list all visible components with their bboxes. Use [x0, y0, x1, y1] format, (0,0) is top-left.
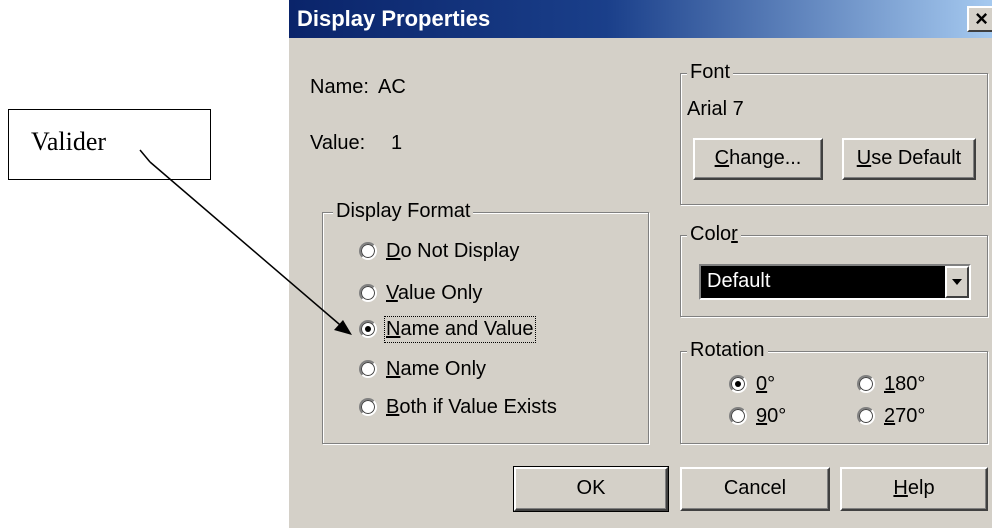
- radio-button[interactable]: [729, 407, 747, 425]
- radio-value-only[interactable]: Value Only: [359, 279, 482, 307]
- radio-label: Name Only: [386, 357, 487, 380]
- ok-button[interactable]: OK: [513, 466, 669, 512]
- display-properties-dialog: Display Properties × Name: AC Value: 1 D…: [287, 0, 992, 528]
- callout-text: Valider: [31, 127, 107, 156]
- dialog-title: Display Properties: [297, 6, 491, 31]
- radio-label: Do Not Display: [386, 239, 520, 262]
- radio-label: 90°: [756, 404, 787, 427]
- radio-button[interactable]: [857, 407, 875, 425]
- radio-rotation-180[interactable]: 180°: [857, 370, 925, 398]
- name-label: Name:: [310, 76, 369, 98]
- radio-do-not-display[interactable]: Do Not Display: [359, 237, 519, 265]
- font-current: Arial 7: [687, 98, 744, 120]
- color-select[interactable]: Default: [699, 264, 971, 300]
- cancel-button[interactable]: Cancel: [680, 467, 830, 511]
- radio-rotation-0[interactable]: 0°: [729, 370, 775, 398]
- value-label: Value:: [310, 132, 366, 154]
- radio-both-if-value-exists[interactable]: Both if Value Exists: [359, 393, 557, 421]
- color-group: Color Default: [680, 223, 988, 317]
- dropdown-button[interactable]: [945, 266, 969, 298]
- radio-label: Both if Value Exists: [386, 395, 557, 418]
- radio-label: Value Only: [386, 281, 483, 304]
- color-selected-value: Default: [707, 270, 771, 292]
- radio-name-and-value[interactable]: Name and Value: [359, 315, 536, 343]
- display-format-group: Display Format Do Not Display Value Only…: [322, 200, 649, 444]
- radio-button-selected[interactable]: [729, 375, 747, 393]
- use-default-font-button[interactable]: Use Default: [842, 138, 976, 180]
- rotation-legend: Rotation: [687, 339, 768, 362]
- radio-label: Name and Value: [384, 315, 536, 343]
- radio-rotation-270[interactable]: 270°: [857, 402, 925, 430]
- radio-label: 0°: [756, 372, 776, 395]
- change-font-button[interactable]: Change...: [693, 138, 823, 180]
- radio-button-selected[interactable]: [359, 320, 377, 338]
- rotation-group: Rotation 0° 180° 90° 270°: [680, 339, 988, 444]
- help-button[interactable]: Help: [840, 467, 988, 511]
- radio-rotation-90[interactable]: 90°: [729, 402, 786, 430]
- radio-label: 270°: [884, 404, 926, 427]
- radio-button[interactable]: [359, 398, 377, 416]
- radio-label: 180°: [884, 372, 926, 395]
- close-button[interactable]: ×: [967, 6, 992, 32]
- radio-button[interactable]: [359, 360, 377, 378]
- callout-box: Valider: [8, 109, 211, 180]
- font-legend: Font: [687, 61, 734, 84]
- font-group: Font Arial 7 Change... Use Default: [680, 61, 988, 205]
- close-icon: ×: [975, 6, 988, 31]
- radio-name-only[interactable]: Name Only: [359, 355, 486, 383]
- radio-button[interactable]: [359, 284, 377, 302]
- color-legend: Color: [687, 223, 741, 246]
- radio-button[interactable]: [359, 242, 377, 260]
- title-bar[interactable]: Display Properties ×: [289, 0, 992, 38]
- chevron-down-icon: [952, 279, 962, 285]
- radio-button[interactable]: [857, 375, 875, 393]
- name-value: AC: [378, 76, 406, 98]
- value-value: 1: [391, 132, 403, 154]
- display-format-legend: Display Format: [333, 200, 474, 223]
